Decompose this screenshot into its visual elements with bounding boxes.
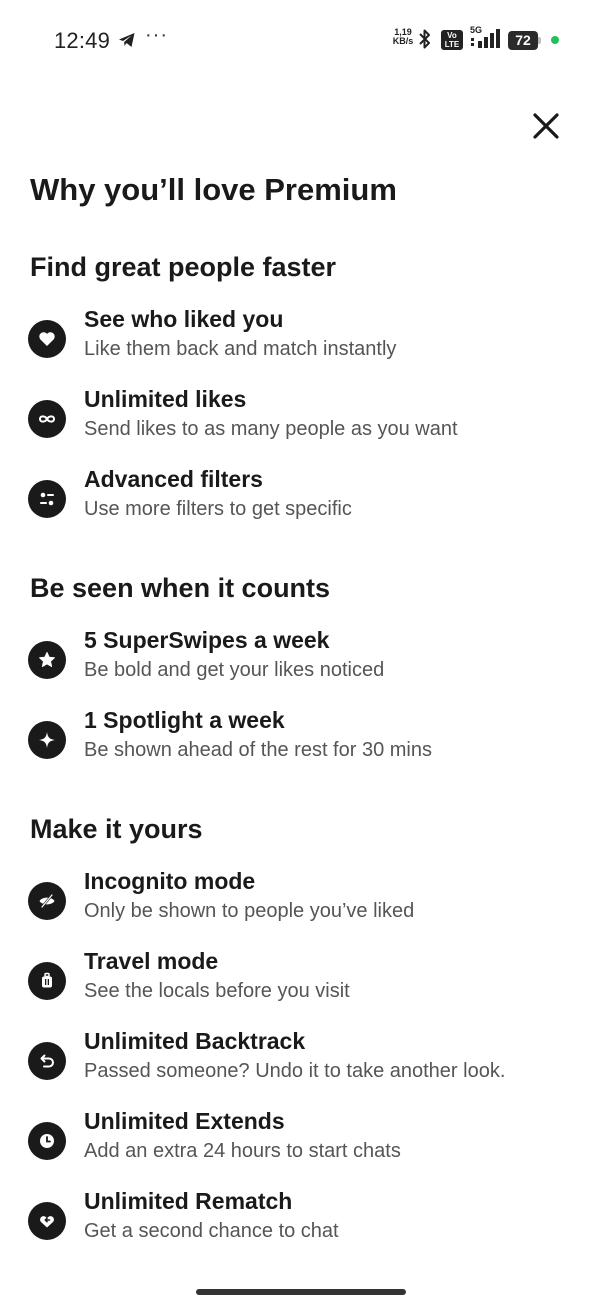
infinity-icon [28, 400, 66, 438]
feature-title: Unlimited Rematch [84, 1188, 293, 1214]
filters-icon [28, 480, 66, 518]
feature-unlimited-backtrack: Unlimited Backtrack Passed someone? Undo… [28, 1028, 588, 1112]
section-title-make-it-yours: Make it yours [30, 814, 203, 844]
telegram-icon [119, 33, 135, 47]
feature-title: Advanced filters [84, 466, 263, 492]
feature-title: Incognito mode [84, 868, 256, 894]
network-speed-unit: KB/s [392, 36, 414, 46]
volte-icon: Vo LTE [441, 30, 463, 50]
feature-description: Be shown ahead of the rest for 30 mins [84, 739, 432, 761]
network-speed: 1,19 KB/s [391, 28, 415, 46]
feature-unlimited-extends: Unlimited Extends Add an extra 24 hours … [28, 1108, 588, 1192]
close-icon [533, 113, 559, 139]
feature-description: Only be shown to people you’ve liked [84, 900, 415, 922]
feature-unlimited-rematch: Unlimited Rematch Get a second chance to… [28, 1188, 588, 1272]
feature-superswipes: 5 SuperSwipes a week Be bold and get you… [28, 627, 588, 711]
feature-title: Travel mode [84, 948, 219, 974]
feature-see-who-liked-you: See who liked you Like them back and mat… [28, 306, 588, 390]
incognito-icon [28, 882, 66, 920]
clock-icon [28, 1122, 66, 1160]
feature-title: Unlimited likes [84, 386, 247, 412]
signal-icon [471, 29, 500, 48]
star-icon [28, 641, 66, 679]
battery-tip [538, 37, 541, 44]
bluetooth-icon [419, 29, 430, 49]
feature-description: Get a second chance to chat [84, 1220, 339, 1242]
feature-description: Send likes to as many people as you want [84, 418, 458, 440]
backtrack-icon [28, 1042, 66, 1080]
feature-description: Add an extra 24 hours to start chats [84, 1140, 401, 1162]
feature-description: Be bold and get your likes noticed [84, 659, 385, 681]
feature-travel-mode: Travel mode See the locals before you vi… [28, 948, 588, 1032]
feature-title: 5 SuperSwipes a week [84, 627, 330, 653]
spotlight-icon [28, 721, 66, 759]
feature-title: Unlimited Extends [84, 1108, 285, 1134]
more-notifications-icon: ··· [145, 24, 168, 46]
home-indicator[interactable] [196, 1289, 406, 1295]
suitcase-icon [28, 962, 66, 1000]
feature-unlimited-likes: Unlimited likes Send likes to as many pe… [28, 386, 588, 470]
feature-description: See the locals before you visit [84, 980, 350, 1002]
feature-incognito-mode: Incognito mode Only be shown to people y… [28, 868, 588, 952]
status-time: 12:49 [54, 28, 111, 53]
feature-description: Like them back and match instantly [84, 338, 397, 360]
privacy-indicator-dot [551, 36, 559, 44]
rematch-icon [28, 1202, 66, 1240]
feature-title: Unlimited Backtrack [84, 1028, 306, 1054]
section-title-find-people: Find great people faster [30, 252, 337, 282]
feature-title: 1 Spotlight a week [84, 707, 285, 733]
feature-title: See who liked you [84, 306, 284, 332]
heart-icon [28, 320, 66, 358]
battery-icon: 72 [508, 31, 542, 50]
feature-description: Use more filters to get specific [84, 498, 352, 520]
close-button[interactable] [528, 108, 564, 144]
page-title: Why you’ll love Premium [30, 172, 397, 207]
section-title-be-seen: Be seen when it counts [30, 573, 331, 603]
feature-spotlight: 1 Spotlight a week Be shown ahead of the… [28, 707, 588, 791]
feature-description: Passed someone? Undo it to take another … [84, 1060, 506, 1082]
feature-advanced-filters: Advanced filters Use more filters to get… [28, 466, 588, 550]
status-bar: 12:49 ··· 1,19 KB/s Vo LTE 5G 72 [0, 0, 600, 80]
battery-level: 72 [508, 31, 538, 50]
